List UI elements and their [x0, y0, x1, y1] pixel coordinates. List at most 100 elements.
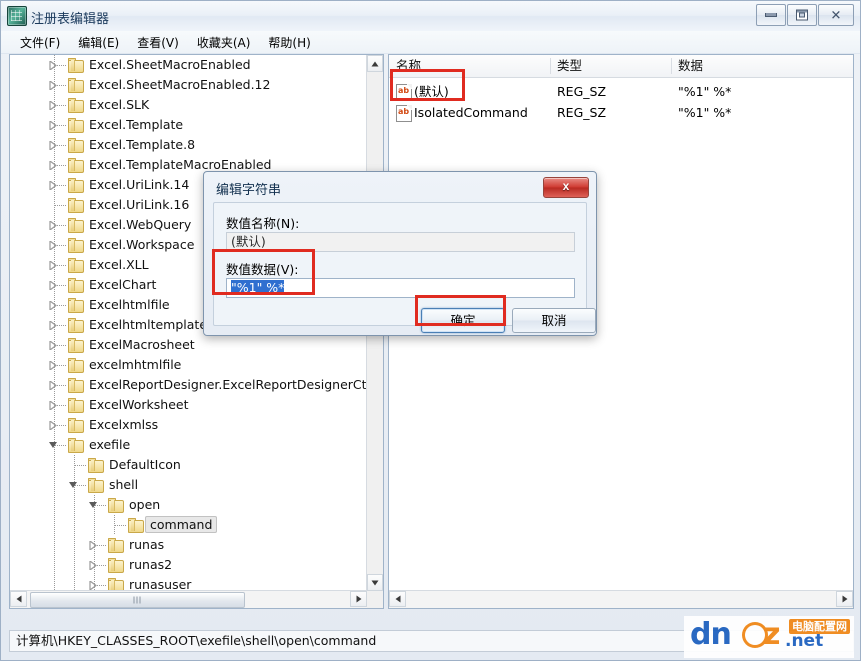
tree-item-label: exefile — [89, 437, 131, 452]
expander-expand-icon[interactable] — [48, 315, 58, 335]
folder-icon — [68, 138, 84, 153]
value-data-selected-text: "%1" %* — [231, 280, 285, 295]
tree-item[interactable]: command — [10, 515, 368, 535]
tree-item-label: ExcelWorksheet — [89, 397, 189, 412]
tree-hscroll-thumb[interactable] — [30, 592, 245, 608]
menu-help[interactable]: 帮助(H) — [259, 32, 319, 53]
tree-scroll-right-button[interactable] — [350, 591, 367, 607]
expander-expand-icon[interactable] — [48, 295, 58, 315]
values-scroll-right-button[interactable] — [836, 591, 853, 607]
tree-item-label: Excelhtmltemplate — [89, 317, 208, 332]
tree-scroll-up-button[interactable] — [367, 55, 383, 72]
folder-icon — [68, 218, 84, 233]
values-scroll-left-button[interactable] — [389, 591, 406, 607]
tree-item-label: ExcelReportDesigner.ExcelReportDesignerC… — [89, 377, 368, 392]
value-row-default[interactable]: ab (默认) REG_SZ "%1" %* — [389, 81, 853, 102]
minimize-button[interactable] — [756, 4, 786, 26]
expander-expand-icon[interactable] — [48, 415, 58, 435]
expander-expand-icon[interactable] — [48, 255, 58, 275]
expander-collapse-icon[interactable] — [88, 495, 98, 515]
folder-icon — [108, 498, 124, 513]
expander-collapse-icon[interactable] — [48, 435, 58, 455]
tree-item[interactable]: ExcelWorksheet — [10, 395, 368, 415]
folder-icon — [68, 158, 84, 173]
value-name-label: 数值名称(N): — [226, 216, 300, 231]
tree-item-label: Excel.SheetMacroEnabled — [89, 57, 251, 72]
expander-expand-icon[interactable] — [88, 555, 98, 575]
tree-item[interactable]: runas2 — [10, 555, 368, 575]
expander-expand-icon[interactable] — [48, 235, 58, 255]
tree-item[interactable]: shell — [10, 475, 368, 495]
expander-expand-icon[interactable] — [48, 355, 58, 375]
watermark-brand-z: z — [763, 617, 781, 652]
tree-item[interactable]: runas — [10, 535, 368, 555]
cancel-button[interactable]: 取消 — [512, 308, 596, 333]
dialog-close-button[interactable]: x — [543, 177, 589, 198]
tree-item[interactable]: ExcelReportDesigner.ExcelReportDesignerC… — [10, 375, 368, 395]
folder-icon — [68, 398, 84, 413]
column-header-data[interactable]: 数据 — [671, 55, 853, 77]
tree-item[interactable]: Excel.SLK — [10, 95, 368, 115]
value-data-input[interactable]: "%1" %* — [226, 278, 575, 298]
maximize-button[interactable] — [787, 4, 817, 26]
folder-icon — [88, 478, 104, 493]
tree-indent-guide — [74, 555, 75, 575]
expander-expand-icon[interactable] — [48, 95, 58, 115]
tree-item[interactable]: exefile — [10, 435, 368, 455]
tree-scroll-down-button[interactable] — [367, 574, 383, 591]
tree-item[interactable]: ExcelMacrosheet — [10, 335, 368, 355]
tree-item-label: Excel.SLK — [89, 97, 150, 112]
value-row-isolatedcommand[interactable]: ab IsolatedCommand REG_SZ "%1" %* — [389, 102, 853, 123]
expander-expand-icon[interactable] — [48, 215, 58, 235]
expander-expand-icon[interactable] — [48, 55, 58, 75]
menu-file[interactable]: 文件(F) — [11, 32, 69, 53]
folder-icon — [68, 318, 84, 333]
folder-icon — [128, 518, 144, 533]
column-header-type[interactable]: 类型 — [550, 55, 671, 77]
expander-expand-icon[interactable] — [48, 135, 58, 155]
expander-expand-icon[interactable] — [48, 175, 58, 195]
tree-item[interactable]: Excel.SheetMacroEnabled.12 — [10, 75, 368, 95]
tree-scroll-left-button[interactable] — [10, 591, 27, 607]
tree-item[interactable]: DefaultIcon — [10, 455, 368, 475]
tree-item-label: shell — [109, 477, 139, 492]
tree-item[interactable]: Excelxmlss — [10, 415, 368, 435]
expander-expand-icon[interactable] — [48, 75, 58, 95]
folder-icon — [68, 378, 84, 393]
menu-view[interactable]: 查看(V) — [128, 32, 188, 53]
menu-favorites[interactable]: 收藏夹(A) — [188, 32, 260, 53]
watermark-brand-dn: dn — [690, 617, 732, 652]
values-horizontal-scrollbar[interactable] — [389, 590, 853, 608]
ok-button[interactable]: 确定 — [421, 308, 505, 333]
caret-down-icon — [371, 580, 379, 585]
close-button[interactable]: ✕ — [818, 4, 854, 26]
expander-expand-icon[interactable] — [88, 535, 98, 555]
tree-item-label: open — [129, 497, 161, 512]
registry-editor-window: 注册表编辑器 ✕ 文件(F) 编辑(E) 查看(V) 收藏夹(A) 帮助(H) … — [0, 0, 861, 661]
expander-collapse-icon[interactable] — [68, 475, 78, 495]
value-data-label: 数值数据(V): — [226, 262, 299, 277]
tree-item[interactable]: Excel.Template — [10, 115, 368, 135]
folder-icon — [68, 178, 84, 193]
tree-indent-guide — [54, 555, 55, 575]
tree-item[interactable]: open — [10, 495, 368, 515]
expander-expand-icon[interactable] — [48, 375, 58, 395]
menu-edit[interactable]: 编辑(E) — [69, 32, 128, 53]
tree-item-label: Excel.Workspace — [89, 237, 195, 252]
expander-expand-icon[interactable] — [48, 115, 58, 135]
tree-item[interactable]: Excel.Template.8 — [10, 135, 368, 155]
tree-horizontal-scrollbar[interactable] — [10, 590, 367, 608]
tree-item[interactable]: excelmhtmlfile — [10, 355, 368, 375]
expander-expand-icon[interactable] — [48, 275, 58, 295]
expander-expand-icon[interactable] — [48, 395, 58, 415]
column-header-name[interactable]: 名称 — [389, 55, 550, 77]
tree-item-label: Excel.WebQuery — [89, 217, 192, 232]
tree-item[interactable]: Excel.SheetMacroEnabled — [10, 55, 368, 75]
minimize-icon — [765, 13, 777, 17]
title-bar: 注册表编辑器 ✕ — [1, 1, 860, 32]
folder-icon — [68, 258, 84, 273]
expander-expand-icon[interactable] — [48, 155, 58, 175]
folder-icon — [88, 458, 104, 473]
tree-item-label: Excel.UriLink.16 — [89, 197, 190, 212]
expander-expand-icon[interactable] — [48, 335, 58, 355]
